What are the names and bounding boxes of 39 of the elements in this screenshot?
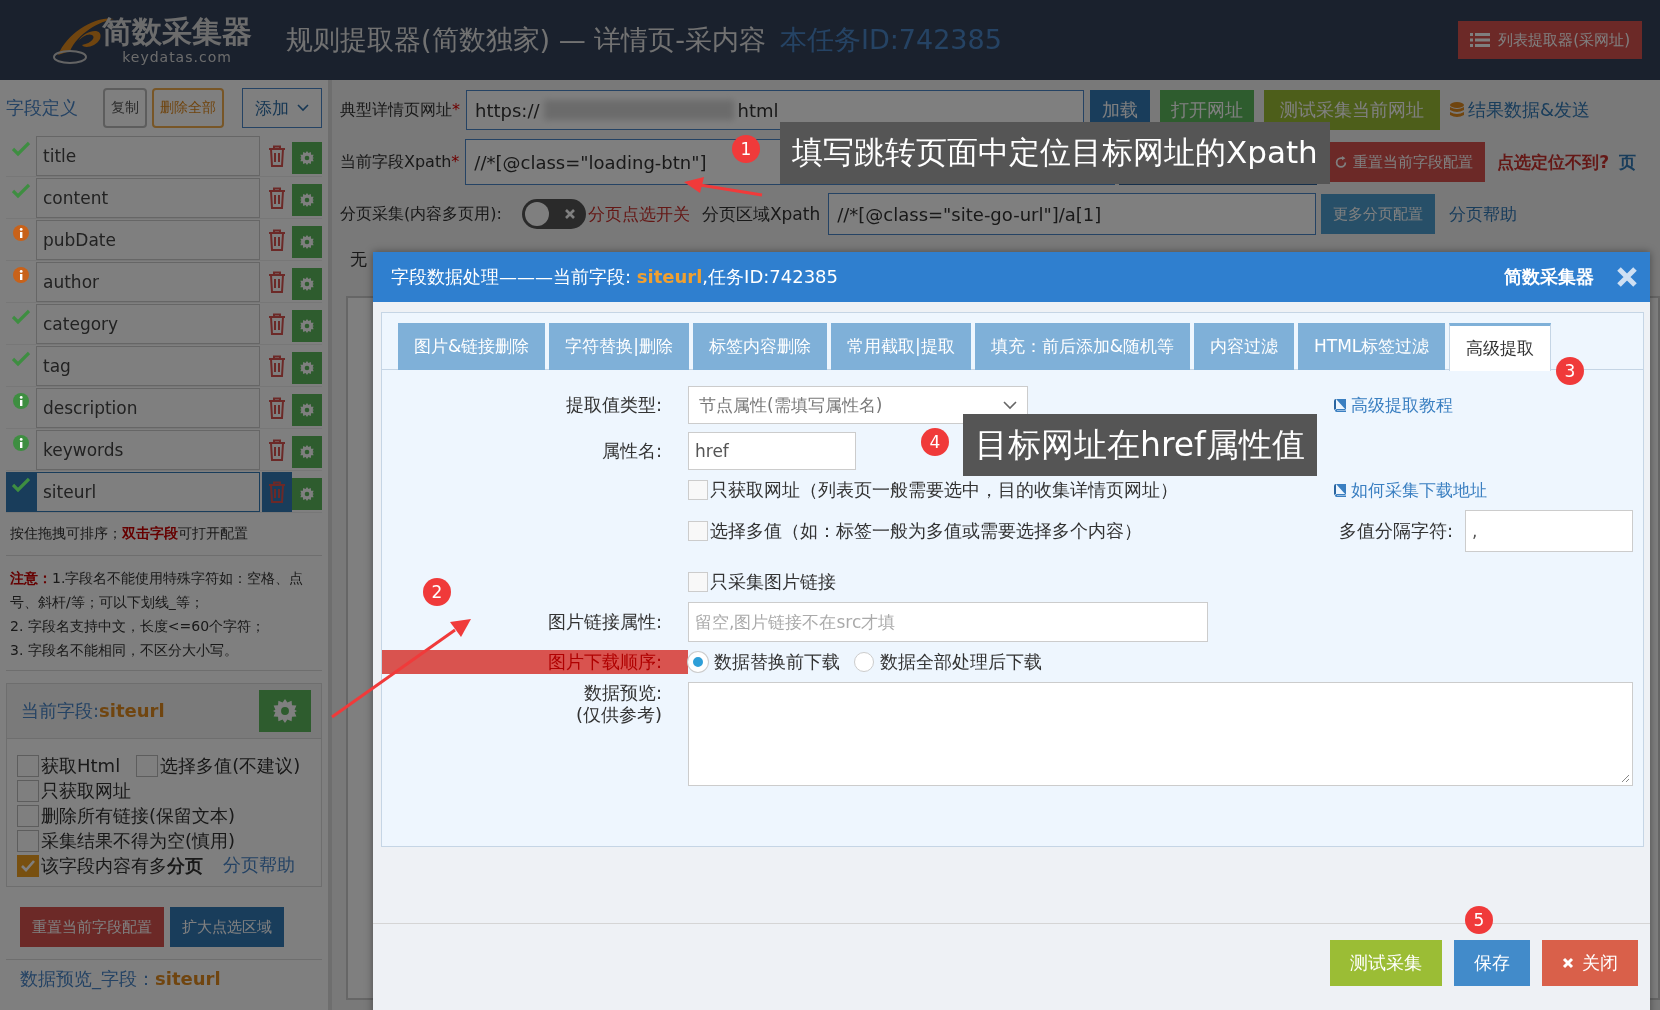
field-name: author	[36, 262, 260, 302]
behind-text: 无	[350, 249, 367, 269]
field-name: title	[36, 136, 260, 176]
modal-brand: 简数采集器	[1504, 265, 1594, 289]
field-label: 图片下载顺序:	[382, 650, 688, 674]
required-mark: *	[452, 99, 460, 119]
callout-tooltip: 目标网址在href属性值	[963, 414, 1317, 476]
note-text: 注意：1.字段名不能使用特殊字符如：空格、点号、斜杆/等；可以下划线_等；	[10, 569, 305, 612]
preview-title: 数据预览_字段：siteurl	[19, 967, 222, 988]
toggle-label: 分页点选开关	[587, 202, 690, 226]
modal-title: 字段数据处理———当前字段: siteurl,任务ID:742385	[391, 265, 839, 289]
edge-text: 页	[1619, 150, 1637, 174]
current-field-label: 当前字段:siteurl	[21, 699, 165, 723]
field-label: 当前字段Xpath*	[340, 151, 460, 173]
hint-text: 按住拖拽可排序；双击字段可打开配置	[6, 513, 322, 556]
field-name: siteurl	[36, 472, 260, 512]
note-text: 3. 字段名不能相同，不区分大小写。	[10, 641, 239, 660]
field-label: 属性名:	[600, 439, 663, 463]
field-name: tag	[36, 346, 260, 386]
field-name: pubDate	[36, 220, 260, 260]
required-mark: *	[451, 151, 460, 171]
field-label: 分页采集(内容多页用):	[340, 203, 502, 225]
field-name: keywords	[36, 430, 260, 470]
field-sublabel: (仅供参考)	[575, 704, 662, 726]
field-label: 提取值类型:	[564, 393, 663, 417]
logo-subtext: keydatas.com	[122, 49, 232, 65]
field-label: 图片链接属性:	[546, 610, 663, 634]
panel-title: 字段定义	[6, 96, 79, 120]
note-text: 2. 字段名支持中文，长度<=60个字符；	[10, 617, 267, 636]
field-label: 多值分隔字符:	[1338, 519, 1453, 543]
field-label: 数据预览:	[583, 682, 662, 704]
field-label: 分页区域Xpath	[701, 202, 821, 226]
field-name: description	[36, 388, 260, 428]
page-title: 规则提取器(简数独家) — 详情页-采内容	[286, 23, 766, 57]
field-name: content	[36, 178, 260, 218]
field-label: 典型详情页网址*	[340, 99, 460, 121]
callout-tooltip: 填写跳转页面中定位目标网址的Xpath	[780, 122, 1330, 184]
logo-text: 简数采集器	[102, 15, 252, 49]
field-name: category	[36, 304, 260, 344]
